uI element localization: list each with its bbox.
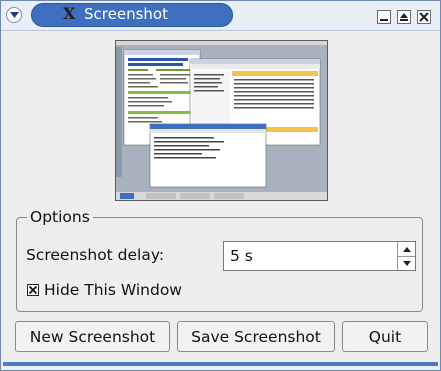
close-button[interactable]	[417, 10, 431, 24]
quit-button[interactable]: Quit	[342, 321, 428, 352]
save-screenshot-button[interactable]: Save Screenshot	[177, 321, 335, 352]
desktop-thumbnail	[116, 41, 327, 200]
window-bottom-border	[3, 362, 438, 366]
hide-window-checkbox[interactable]	[27, 284, 39, 296]
options-group-label: Options	[27, 208, 93, 226]
delay-spinbox-value[interactable]: 5 s	[230, 247, 253, 265]
spin-down-button[interactable]	[398, 256, 415, 270]
title-bar[interactable]: X Screenshot	[1, 1, 440, 31]
maximize-icon	[400, 13, 408, 21]
spin-up-button[interactable]	[398, 242, 415, 257]
window-menu-button[interactable]	[6, 7, 22, 23]
delay-spinbox[interactable]: 5 s	[223, 241, 416, 271]
menu-icon	[9, 12, 19, 18]
app-glyph-icon: X	[63, 4, 76, 23]
arrow-up-icon	[402, 246, 411, 252]
window-title: Screenshot	[84, 5, 168, 23]
maximize-button[interactable]	[397, 10, 411, 24]
screenshot-delay-label: Screenshot delay:	[26, 246, 165, 264]
delay-spin-buttons	[397, 242, 415, 270]
screenshot-preview	[115, 40, 328, 201]
screenshot-window: X Screenshot Options Screenshot delay: 5…	[0, 0, 441, 371]
minimize-button[interactable]	[377, 10, 391, 24]
hide-window-label[interactable]: Hide This Window	[44, 281, 182, 299]
minimize-icon	[380, 19, 388, 21]
arrow-down-icon	[402, 260, 411, 266]
new-screenshot-button[interactable]: New Screenshot	[15, 321, 170, 352]
close-icon	[419, 12, 429, 22]
checkmark-icon	[29, 286, 37, 294]
